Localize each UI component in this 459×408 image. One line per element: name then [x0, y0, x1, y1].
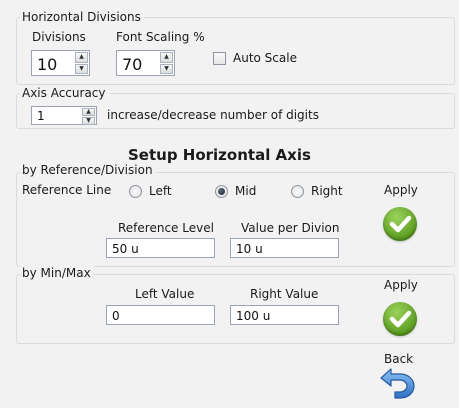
- divisions-spinbox[interactable]: 10 ▲ ▼: [31, 50, 90, 76]
- font-scaling-increment-icon[interactable]: ▲: [160, 52, 173, 63]
- right-value-field[interactable]: 100 u: [230, 305, 339, 325]
- divisions-value[interactable]: 10: [37, 55, 57, 74]
- back-button[interactable]: [378, 367, 418, 401]
- divisions-increment-icon[interactable]: ▲: [75, 52, 88, 63]
- reference-level-label: Reference Level: [118, 221, 214, 235]
- checkmark-icon: [389, 215, 412, 233]
- value-per-division-field[interactable]: 10 u: [230, 238, 339, 258]
- apply-minmax-button[interactable]: [383, 302, 417, 336]
- auto-scale-checkbox[interactable]: [213, 52, 226, 65]
- page-title: Setup Horizontal Axis: [128, 146, 311, 164]
- radio-mid-label[interactable]: Mid: [235, 184, 256, 198]
- radio-right[interactable]: [291, 185, 304, 198]
- horizontal-divisions-title: Horizontal Divisions: [20, 10, 144, 24]
- reference-line-label: Reference Line: [22, 183, 112, 197]
- radio-right-label[interactable]: Right: [311, 184, 343, 198]
- axis-accuracy-hint: increase/decrease number of digits: [107, 108, 319, 122]
- left-value-field[interactable]: 0: [106, 305, 215, 325]
- axis-accuracy-decrement-icon[interactable]: ▼: [82, 117, 95, 125]
- apply-reference-label: Apply: [384, 183, 418, 197]
- font-scaling-value[interactable]: 70: [122, 55, 142, 74]
- axis-accuracy-title: Axis Accuracy: [20, 86, 109, 100]
- by-reference-title: by Reference/Division: [20, 163, 156, 177]
- divisions-label: Divisions: [32, 30, 86, 44]
- radio-left[interactable]: [129, 185, 142, 198]
- right-value-label: Right Value: [250, 287, 319, 301]
- axis-accuracy-value[interactable]: 1: [37, 109, 45, 123]
- left-value-label: Left Value: [135, 287, 195, 301]
- axis-accuracy-increment-icon[interactable]: ▲: [82, 108, 95, 116]
- auto-scale-label[interactable]: Auto Scale: [233, 51, 297, 65]
- axis-accuracy-spinbox[interactable]: 1 ▲ ▼: [31, 106, 97, 125]
- divisions-decrement-icon[interactable]: ▼: [75, 63, 88, 74]
- apply-minmax-label: Apply: [384, 278, 418, 292]
- reference-level-field[interactable]: 50 u: [106, 238, 215, 258]
- font-scaling-spinbox[interactable]: 70 ▲ ▼: [116, 50, 175, 76]
- radio-left-label[interactable]: Left: [149, 184, 172, 198]
- back-arrow-icon: [380, 368, 415, 399]
- radio-mid[interactable]: [215, 185, 228, 198]
- by-minmax-title: by Min/Max: [20, 266, 94, 280]
- font-scaling-label: Font Scaling %: [116, 30, 205, 44]
- value-per-division-label: Value per Divion: [241, 221, 340, 235]
- apply-reference-button[interactable]: [383, 207, 417, 241]
- font-scaling-decrement-icon[interactable]: ▼: [160, 63, 173, 74]
- checkmark-icon: [389, 310, 412, 328]
- back-label: Back: [384, 352, 414, 366]
